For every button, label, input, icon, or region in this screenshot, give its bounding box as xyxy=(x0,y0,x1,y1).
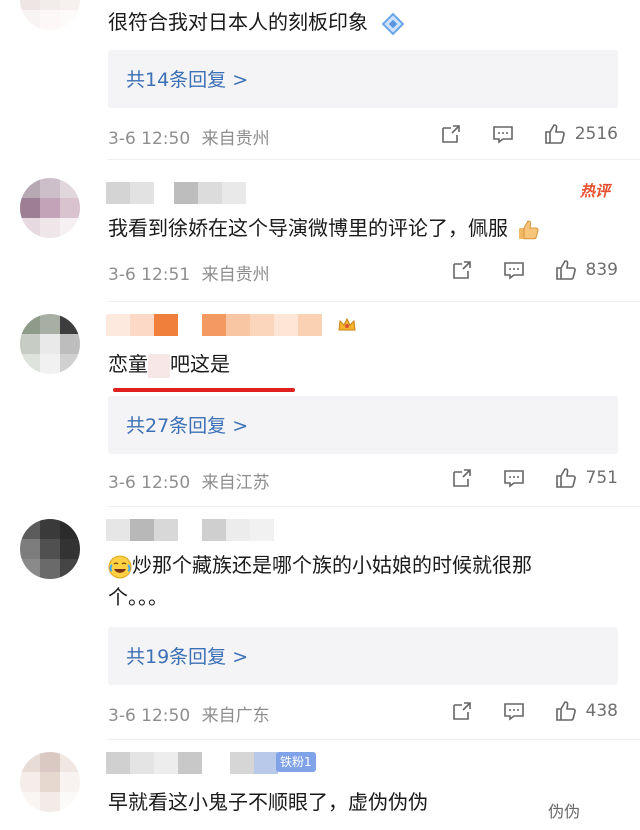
comment-icon[interactable] xyxy=(500,697,528,725)
hot-comment-badge: 热评 xyxy=(580,182,611,200)
comment-text: 很符合我对日本人的刻板印象 xyxy=(108,6,408,39)
share-icon[interactable] xyxy=(448,697,476,725)
like-count: 2516 xyxy=(574,124,618,144)
like-count: 839 xyxy=(585,260,618,280)
like-count: 438 xyxy=(585,701,618,721)
comment-actions: 751 xyxy=(424,464,618,492)
share-icon[interactable] xyxy=(437,120,465,148)
comment-icon[interactable] xyxy=(489,120,517,148)
location: 来自贵州 xyxy=(201,129,270,149)
fan-level-badge: 铁粉1 xyxy=(276,752,316,772)
reply-thread-button[interactable]: 共14条回复 > xyxy=(108,50,618,108)
thumbs-up-emoji xyxy=(516,217,542,243)
thumbs-up-icon[interactable] xyxy=(552,256,580,284)
comment-item-1: 很符合我对日本人的刻板印象 共14条回复 > 3-6 12:50 来自贵州 25… xyxy=(0,0,640,160)
avatar[interactable] xyxy=(20,314,80,374)
location: 来自贵州 xyxy=(201,265,270,285)
comment-item-4: 炒那个藏族还是哪个族的小姑娘的时候就很那 个。。。 共19条回复 > 3-6 1… xyxy=(0,507,640,740)
reply-count-label: 共19条回复 > xyxy=(126,646,249,668)
timestamp: 3-6 12:51 xyxy=(108,265,191,285)
highlight-underline xyxy=(113,388,295,392)
thumbs-up-icon[interactable] xyxy=(552,697,580,725)
comment-actions: 839 xyxy=(424,256,618,284)
timestamp: 3-6 12:50 xyxy=(108,129,191,149)
comment-text: 炒那个藏族还是哪个族的小姑娘的时候就很那 个。。。 xyxy=(108,553,532,609)
reply-thread-button[interactable]: 共19条回复 > xyxy=(108,627,618,685)
diamond-badge-icon xyxy=(382,12,405,35)
username-redacted[interactable] xyxy=(106,182,246,204)
laugh-cry-emoji xyxy=(108,555,132,579)
avatar[interactable] xyxy=(20,752,80,812)
comment-text: 恋童 吧这是 xyxy=(108,352,230,378)
comment-actions: 2516 xyxy=(413,120,618,148)
comment-actions: 438 xyxy=(424,697,618,725)
reply-thread-button[interactable]: 共27条回复 > xyxy=(108,396,618,454)
comment-icon[interactable] xyxy=(500,256,528,284)
comment-icon[interactable] xyxy=(500,464,528,492)
comment-meta: 3-6 12:50 来自贵州 xyxy=(108,124,270,149)
comment-meta: 3-6 12:51 来自贵州 xyxy=(108,260,270,285)
reply-count-label: 共27条回复 > xyxy=(126,415,249,437)
comment-item-5: 铁粉1 早就看这小鬼子不顺眼了，虚伪伪伪 伪伪 xyxy=(0,740,640,830)
thumbs-up-icon[interactable] xyxy=(552,464,580,492)
like-count: 751 xyxy=(585,468,618,488)
location: 来自江苏 xyxy=(201,473,270,493)
crown-badge-icon xyxy=(338,317,356,331)
comment-meta: 3-6 12:50 来自广东 xyxy=(108,701,270,726)
location: 来自广东 xyxy=(201,706,270,726)
share-icon[interactable] xyxy=(448,464,476,492)
comment-text: 早就看这小鬼子不顺眼了，虚伪伪伪 伪伪 xyxy=(108,790,581,821)
comment-item-3: 恋童 吧这是 共27条回复 > 3-6 12:50 来自江苏 751 xyxy=(0,302,640,507)
username-redacted[interactable] xyxy=(106,519,274,541)
timestamp: 3-6 12:50 xyxy=(108,473,191,493)
avatar[interactable] xyxy=(20,0,80,30)
avatar[interactable] xyxy=(20,178,80,238)
avatar[interactable] xyxy=(20,519,80,579)
username-redacted[interactable] xyxy=(106,314,358,336)
share-icon[interactable] xyxy=(448,256,476,284)
reply-count-label: 共14条回复 > xyxy=(126,69,249,91)
comment-text: 我看到徐娇在这个导演微博里的评论了，佩服 xyxy=(108,212,542,244)
username-redacted[interactable]: 铁粉1 xyxy=(106,752,316,774)
redacted-text xyxy=(148,353,170,378)
comment-item-2: 热评 我看到徐娇在这个导演微博里的评论了，佩服 3-6 12:51 来自贵州 8… xyxy=(0,160,640,302)
timestamp: 3-6 12:50 xyxy=(108,706,191,726)
comment-meta: 3-6 12:50 来自江苏 xyxy=(108,468,270,493)
thumbs-up-icon[interactable] xyxy=(541,120,569,148)
